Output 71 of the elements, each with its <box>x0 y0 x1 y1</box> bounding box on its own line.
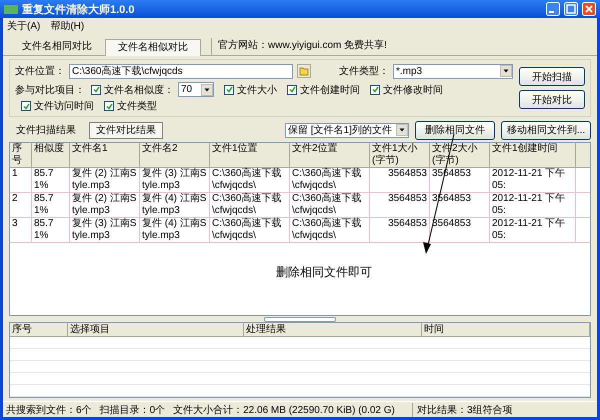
website-text: 官方网站：www.yiyigui.com 免费共享! <box>211 38 387 55</box>
dropdown-caret-icon[interactable] <box>500 65 512 77</box>
checkmark-icon <box>92 86 100 93</box>
table-cell: 2012-11-21 下午 05: <box>490 193 576 217</box>
checkbox[interactable]: 文件名相似度： <box>91 82 174 96</box>
action-button[interactable]: 开始对比 <box>519 90 585 109</box>
checkmark-icon <box>372 86 378 93</box>
checkmark-icon <box>288 86 296 93</box>
table-cell: 复件 (4) 江南Style.mp3 <box>140 193 210 217</box>
table-cell: C:\360高速下载\cfwjqcds\ <box>290 218 370 242</box>
window-title: 重复文件清除大师1.0.0 <box>22 2 136 16</box>
keep-dropdown[interactable]: 保留 [文件名1]列的文件 <box>285 122 409 138</box>
table-cell: C:\360高速下载\cfwjqcds\ <box>290 193 370 217</box>
table-cell: 复件 (4) 江南Style.mp3 <box>140 218 210 242</box>
checkbox[interactable]: 文件修改时间 <box>370 82 443 96</box>
checkmark-icon <box>22 102 30 110</box>
column-header[interactable]: 序号 <box>10 323 68 336</box>
column-header[interactable]: 处理结果 <box>244 323 422 336</box>
table-cell: 85.71% <box>32 218 70 242</box>
tab[interactable]: 文件对比结果 <box>89 122 163 138</box>
checkbox[interactable]: 文件访问时间 <box>21 99 94 113</box>
table-cell: 复件 (3) 江南Style.mp3 <box>140 168 210 192</box>
dropdown-caret-icon[interactable] <box>396 124 408 136</box>
menu-item[interactable]: 关于(A) <box>7 18 40 32</box>
table-cell: C:\360高速下载\cfwjqcds\ <box>290 168 370 192</box>
status-text: 扫描目录：0个 <box>100 404 166 416</box>
column-header[interactable]: 时间 <box>422 323 590 336</box>
field-label: 参与对比项目： <box>15 84 85 96</box>
similarity-dropdown[interactable]: 70 <box>178 82 214 97</box>
status-text: 对比结果：3组符合项 <box>416 404 514 416</box>
table-cell: 3564853 <box>370 193 430 217</box>
table-cell: 3564853 <box>370 168 430 192</box>
table-cell: 3564853 <box>370 218 430 242</box>
field-label: 文件位置： <box>15 64 65 78</box>
dropdown-caret-icon[interactable] <box>201 84 213 96</box>
table-cell: 复件 (3) 江南Style.mp3 <box>70 218 140 242</box>
checkbox[interactable]: 文件创建时间 <box>287 82 360 96</box>
table-cell: 复件 (2) 江南Style.mp3 <box>70 168 140 192</box>
table-cell: C:\360高速下载\cfwjqcds\ <box>210 193 290 217</box>
table-cell: 3 <box>10 218 32 242</box>
checkmark-icon <box>106 102 112 110</box>
checkbox[interactable]: 文件类型 <box>104 99 157 113</box>
status-text: 共搜索到文件：6个 <box>6 404 92 416</box>
action-button[interactable]: 开始扫描 <box>519 67 585 86</box>
app-icon <box>4 4 18 14</box>
action-button[interactable]: 删除相同文件 <box>415 120 495 140</box>
status-text: 文件大小合计：22.06 MB (22590.70 KiB) (0.02 G) <box>173 404 395 416</box>
minimize-icon[interactable] <box>546 2 560 16</box>
table-cell: C:\360高速下载\cfwjqcds\ <box>210 168 290 192</box>
table-cell: 2012-11-21 下午 05: <box>490 218 576 242</box>
maximize-icon[interactable] <box>564 2 578 16</box>
tab[interactable]: 文件名相似对比 <box>105 39 201 56</box>
table-cell: 复件 (2) 江南Style.mp3 <box>70 193 140 217</box>
column-header[interactable]: 选择项目 <box>68 323 244 336</box>
close-icon[interactable] <box>582 2 596 16</box>
table-cell: 2012-11-21 下午 05: <box>490 168 576 192</box>
location-field[interactable]: C:\360高速下载\cfwjqcds <box>69 64 293 78</box>
table-cell: 2 <box>10 193 32 217</box>
table-cell: 85.71% <box>32 193 70 217</box>
annotation-text: 删除相同文件即可 <box>276 264 372 281</box>
table-cell: 85.71% <box>32 168 70 192</box>
checkbox[interactable]: 文件大小 <box>224 82 277 96</box>
table-cell: C:\360高速下载\cfwjqcds\ <box>210 218 290 242</box>
folder-icon[interactable] <box>297 64 311 78</box>
file-type-dropdown[interactable]: *.mp3 <box>393 64 513 78</box>
field-label: 文件类型： <box>339 64 389 78</box>
action-button[interactable]: 移动相同文件到... <box>501 120 591 140</box>
menu-item[interactable]: 帮助(H) <box>50 18 84 32</box>
checkmark-icon <box>226 86 232 93</box>
table-cell: 1 <box>10 168 32 192</box>
splitter-handle[interactable] <box>264 316 336 322</box>
